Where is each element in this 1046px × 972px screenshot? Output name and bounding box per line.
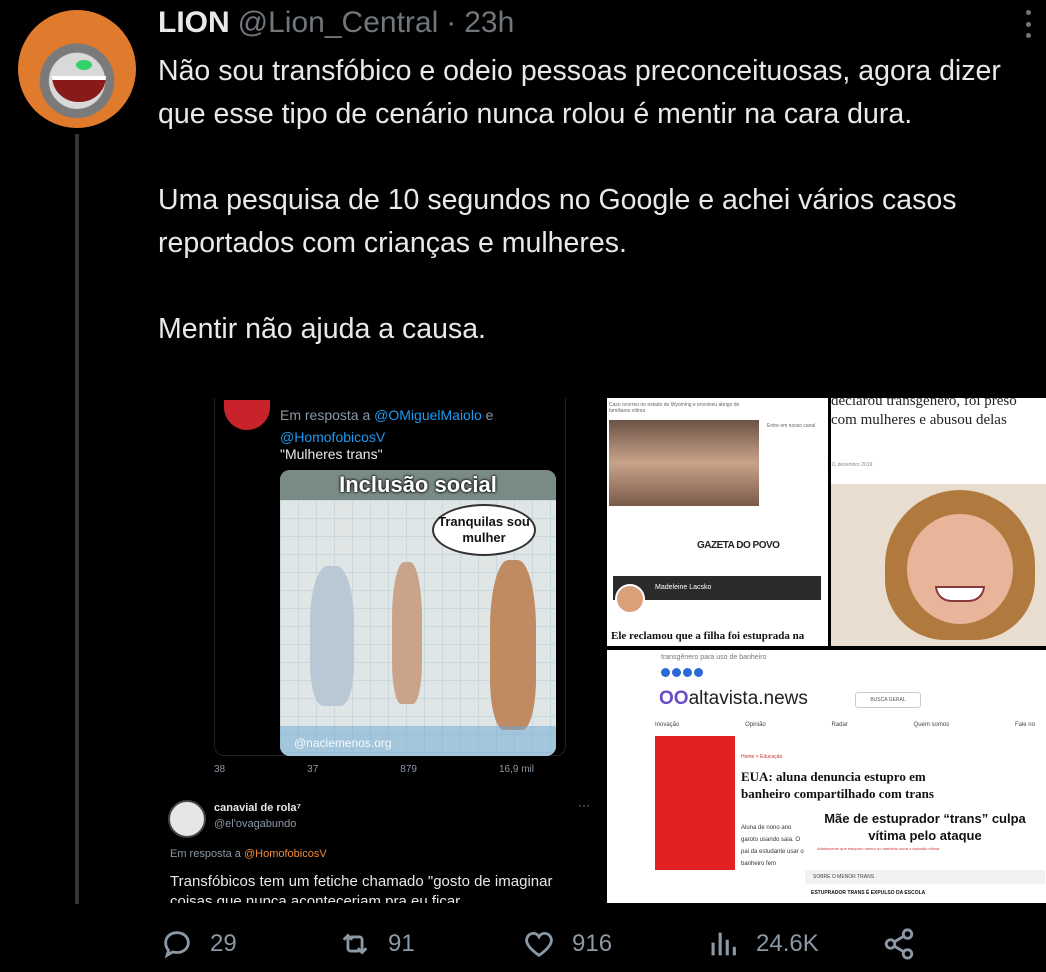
- gazeta-brand: GAZETA DO POVO: [697, 540, 780, 551]
- photo-article-date: 11 dezembro 2019: [831, 462, 873, 468]
- media-embedded-tweet[interactable]: Em resposta a @OMiguelMaiolo e @Homofobi…: [158, 398, 604, 903]
- nav-item: Opinião: [745, 722, 766, 728]
- altavista-logo: OOaltavista.news: [659, 688, 808, 710]
- photo-article-headline: declarou transgênero, foi preso com mulh…: [831, 398, 1017, 428]
- logo-glasses: OO: [659, 688, 689, 709]
- reply2-more-icon: ···: [578, 798, 590, 812]
- embedded-reply-line: Em resposta a @OMiguelMaiolo e @Homofobi…: [280, 404, 540, 448]
- logo-text: altavista.news: [688, 688, 808, 709]
- retweet-button[interactable]: 91: [338, 927, 415, 961]
- author-name[interactable]: LION: [158, 6, 230, 40]
- retweet-icon: [342, 933, 368, 955]
- gazeta-sidebox: Entre em nosso canal: [767, 423, 816, 429]
- reply-link-2: @HomofobicosV: [280, 429, 386, 445]
- share-icon: [884, 928, 914, 960]
- like-button[interactable]: 916: [522, 927, 612, 961]
- reply-prefix: Em resposta a: [280, 407, 371, 423]
- reply-button[interactable]: 29: [160, 927, 237, 961]
- altavista-breadcrumb: Home > Educação: [741, 754, 783, 760]
- reply2-avatar: [168, 800, 206, 838]
- author-handle[interactable]: @Lion_Central: [238, 6, 439, 40]
- altavista-red-art: [655, 736, 735, 870]
- meme-figure-2: [392, 562, 422, 704]
- action-bar: 29 91 916 24.6K: [160, 918, 920, 970]
- media-grid[interactable]: Em resposta a @OMiguelMaiolo e @Homofobi…: [158, 398, 1046, 903]
- media-photo-article[interactable]: declarou transgênero, foi preso com mulh…: [831, 398, 1046, 646]
- altavista-social-icons: [661, 668, 703, 677]
- embedded-replies: 38: [214, 764, 226, 775]
- reply2-name: canavial de rola⁷: [214, 802, 302, 814]
- nav-item: Inovação: [655, 722, 680, 728]
- tweet-text: Não sou transfóbico e odeio pessoas prec…: [158, 55, 1001, 345]
- altavista-search: BUSCA GERAL: [855, 692, 921, 708]
- more-icon[interactable]: [1024, 10, 1032, 38]
- reply2-link: @HomofobicosV: [243, 848, 327, 860]
- nav-item: Radar: [831, 722, 848, 728]
- meme-watermark: @naciemenos.org: [294, 736, 392, 750]
- mugshot-photo: [609, 420, 759, 506]
- reply-icon: [164, 931, 190, 959]
- meme-figure-3: [490, 560, 536, 730]
- share-button[interactable]: [882, 927, 916, 961]
- nav-item: Fale no: [1014, 722, 1035, 728]
- altavista-top-note: transgênero para uso de banheiro: [661, 654, 767, 661]
- meme-image: Inclusão social Tranquilas sou mulher @n…: [280, 470, 556, 756]
- gazeta-author: Madeleine Lacsko: [655, 584, 712, 591]
- altavista-nav: Inovação Opinião Radar Quem somos Fale n…: [655, 722, 1035, 728]
- avatar[interactable]: [18, 10, 136, 128]
- altavista-title: EUA: aluna denuncia estupro em banheiro …: [741, 769, 934, 801]
- avatar-eye: [76, 60, 92, 70]
- reply-count: 29: [210, 930, 237, 957]
- reply2-reply-line: Em resposta a @HomofobicosV: [170, 848, 327, 860]
- media-altavista[interactable]: transgênero para uso de banheiro OOaltav…: [607, 650, 1046, 903]
- overlay-bar-2: ESTUPRADOR TRANS É EXPULSO DA ESCOLA: [811, 890, 926, 896]
- retweet-count: 91: [388, 930, 415, 957]
- overlay-bar: SOBRE O MENOR TRANS: [805, 870, 1045, 884]
- separator: ·: [446, 6, 457, 39]
- embedded-retweets: 37: [307, 764, 319, 775]
- like-icon: [525, 931, 553, 958]
- gazeta-caption: Caso ocorreu no estado de Wyoming e envo…: [609, 402, 740, 414]
- nav-item: Quem somos: [913, 722, 950, 728]
- views-count: 24.6K: [756, 930, 819, 957]
- reply2-text: Transfóbicos tem um fetiche chamado "gos…: [170, 873, 553, 903]
- views-button[interactable]: 24.6K: [706, 927, 819, 961]
- gazeta-author-avatar: [615, 584, 645, 614]
- photo-face: [907, 514, 1013, 624]
- meme-figure-1: [310, 566, 354, 706]
- meme-bubble: Tranquilas sou mulher: [432, 504, 536, 556]
- reply-link-1: @OMiguelMaiolo: [374, 407, 482, 423]
- embedded-likes: 879: [400, 764, 417, 775]
- overlay-subtitle: Adolescente que estuprou menor no banhei…: [817, 846, 940, 851]
- overlay-title: Mãe de estuprador “trans” culpa vítima p…: [805, 810, 1045, 844]
- reply2-prefix: Em resposta a: [170, 848, 241, 860]
- meme-title: Inclusão social: [280, 470, 556, 500]
- views-icon: [711, 932, 736, 956]
- embedded-views: 16,9 mil: [498, 764, 534, 775]
- altavista-body: Aluna de nono ano garoto usando saia. O …: [741, 825, 804, 867]
- avatar-mouth: [52, 76, 106, 102]
- thread-line: [75, 134, 79, 904]
- embedded-quote: "Mulheres trans": [280, 446, 383, 462]
- timestamp[interactable]: 23h: [464, 6, 514, 40]
- media-gazeta[interactable]: Caso ocorreu no estado de Wyoming e envo…: [607, 398, 828, 646]
- reply-and: e: [485, 407, 494, 423]
- reply2-handle: @el'ovagabundo: [214, 818, 297, 830]
- tweet-header: LION @Lion_Central · 23h: [158, 6, 514, 42]
- embedded-metrics: 38 37 879 16,9 mil: [214, 764, 534, 775]
- gazeta-headline: Ele reclamou que a filha foi estuprada n…: [611, 630, 805, 642]
- like-count: 916: [572, 930, 613, 957]
